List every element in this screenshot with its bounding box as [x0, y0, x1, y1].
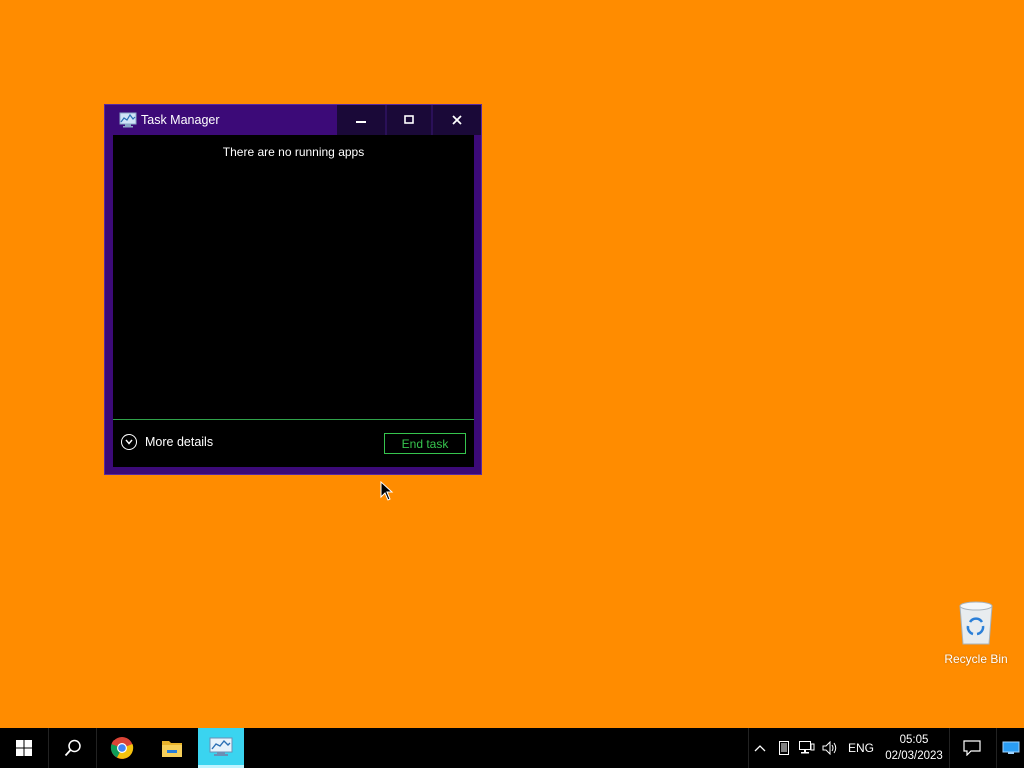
end-task-button[interactable]: End task [384, 433, 466, 454]
start-button[interactable] [0, 728, 48, 768]
window-title: Task Manager [141, 113, 220, 127]
tablet-icon [779, 741, 789, 755]
recycle-bin-label: Recycle Bin [944, 652, 1008, 666]
recycle-bin-icon [959, 601, 993, 645]
empty-state-message: There are no running apps [222, 145, 365, 159]
recycle-bin-desktop-icon[interactable]: Recycle Bin [940, 600, 1012, 672]
clock-button[interactable]: 05:05 02/03/2023 [880, 728, 948, 768]
app-list-panel: There are no running apps More details E… [113, 135, 474, 467]
close-icon [452, 115, 462, 125]
volume-tray-button[interactable] [819, 728, 841, 768]
network-icon [799, 741, 815, 754]
notification-icon [963, 740, 981, 756]
chrome-taskbar-button[interactable] [98, 728, 146, 768]
file-explorer-icon [162, 741, 182, 757]
divider [113, 419, 474, 420]
more-details-toggle[interactable]: More details [121, 434, 213, 450]
clock-time: 05:05 [899, 734, 929, 746]
search-icon [64, 739, 81, 757]
chevron-down-icon [121, 434, 137, 450]
mouse-cursor-icon [380, 481, 394, 501]
chrome-icon [110, 737, 134, 759]
clock-date: 02/03/2023 [885, 750, 943, 762]
task-manager-window: Task Manager There are no running apps M… [104, 104, 482, 475]
task-manager-taskbar-button[interactable] [198, 728, 244, 768]
task-manager-icon [209, 737, 233, 756]
input-language-button[interactable]: ENG [843, 728, 879, 768]
windows-start-icon [16, 740, 32, 756]
taskbar-separator [96, 728, 97, 768]
maximize-button[interactable] [385, 105, 431, 135]
task-manager-icon [119, 112, 137, 128]
action-center-button[interactable] [950, 728, 994, 768]
minimize-button[interactable] [337, 105, 385, 135]
close-button[interactable] [431, 105, 481, 135]
show-hidden-icons-button[interactable] [749, 728, 771, 768]
volume-icon [822, 741, 837, 755]
show-desktop-button[interactable] [997, 728, 1024, 768]
tablet-tray-button[interactable] [773, 728, 795, 768]
minimize-icon [356, 121, 366, 123]
maximize-icon [404, 115, 414, 124]
window-controls [337, 105, 481, 135]
taskbar: ENG 05:05 02/03/2023 [0, 728, 1024, 768]
show-desktop-icon [1002, 741, 1019, 754]
network-tray-button[interactable] [796, 728, 818, 768]
search-button[interactable] [49, 728, 97, 768]
file-explorer-taskbar-button[interactable] [148, 728, 196, 768]
chevron-up-icon [754, 745, 766, 752]
title-bar[interactable]: Task Manager [105, 105, 481, 135]
more-details-label: More details [145, 435, 214, 449]
